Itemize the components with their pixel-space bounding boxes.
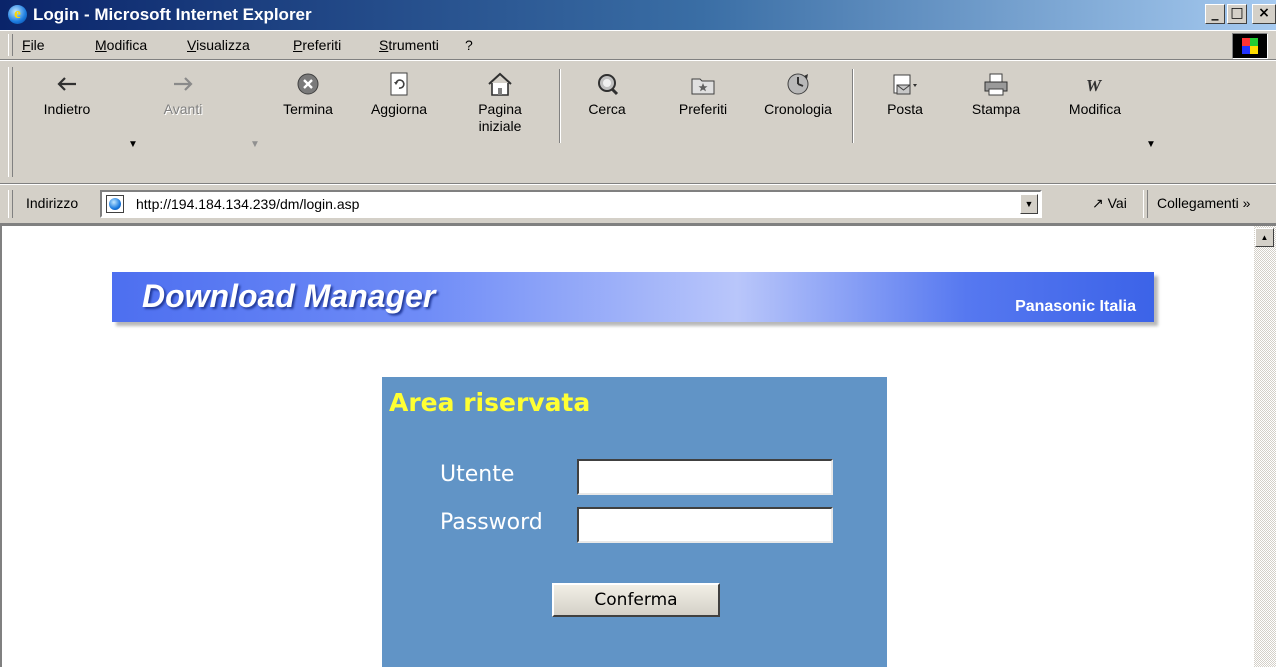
- edit-dropdown-icon[interactable]: ▼: [1146, 139, 1156, 150]
- print-button[interactable]: Stampa: [968, 71, 1024, 118]
- forward-button[interactable]: Avanti: [158, 71, 208, 118]
- menu-strumenti-accel: S: [379, 37, 389, 53]
- back-dropdown-icon[interactable]: ▼: [128, 139, 138, 150]
- edit-button[interactable]: W Modifica: [1060, 71, 1130, 118]
- stop-icon: [297, 73, 319, 95]
- banner: Download Manager Panasonic Italia: [112, 272, 1154, 322]
- stop-label: Termina: [283, 101, 333, 117]
- menu-help[interactable]: ?: [465, 37, 473, 53]
- forward-arrow-icon: [174, 77, 193, 91]
- scroll-up-button[interactable]: ▲: [1255, 228, 1274, 247]
- history-label: Cronologia: [764, 101, 832, 117]
- home-button[interactable]: Pagina iniziale: [470, 71, 530, 135]
- menu-visualizza[interactable]: Visualizza: [187, 37, 250, 53]
- maximize-button[interactable]: □: [1227, 4, 1247, 24]
- ie-logo-icon: e: [8, 5, 27, 24]
- home-label-line1: Pagina: [478, 101, 522, 117]
- mail-button[interactable]: Posta: [880, 71, 930, 118]
- address-bar: Indirizzo http://194.184.134.239/dm/logi…: [0, 184, 1276, 224]
- mail-icon: [893, 74, 917, 95]
- mail-label: Posta: [887, 101, 923, 117]
- menu-file-accel: F: [22, 37, 31, 53]
- close-button[interactable]: ×: [1252, 4, 1276, 24]
- menu-file[interactable]: File: [22, 37, 45, 53]
- go-arrow-icon: ↗: [1092, 195, 1104, 211]
- favorites-icon: [691, 78, 715, 95]
- favorites-label: Preferiti: [678, 101, 728, 117]
- address-input[interactable]: http://194.184.134.239/dm/login.asp ▼: [100, 190, 1042, 218]
- toolbar-separator: [852, 69, 854, 143]
- standard-toolbar: Indietro ▼ Avanti ▼ Termina Aggiorna Pag…: [0, 60, 1276, 184]
- back-label: Indietro: [43, 101, 91, 117]
- menu-file-rest: ile: [30, 37, 45, 53]
- password-label: Password: [440, 510, 543, 535]
- stop-button[interactable]: Termina: [276, 71, 340, 118]
- address-dropdown-button[interactable]: ▼: [1020, 194, 1038, 214]
- windows-flag-icon: [1242, 38, 1258, 54]
- forward-label: Avanti: [163, 101, 203, 117]
- windows-logo-throbber: [1232, 33, 1268, 59]
- submit-button[interactable]: Conferma: [552, 583, 720, 617]
- menu-strumenti-rest: trumenti: [388, 37, 439, 53]
- edit-label: Modifica: [1068, 101, 1122, 117]
- back-arrow-icon: [57, 77, 76, 91]
- address-label: Indirizzo: [26, 195, 79, 211]
- menu-preferiti[interactable]: Preferiti: [293, 37, 341, 53]
- refresh-icon: [390, 72, 408, 96]
- username-label: Utente: [440, 462, 515, 487]
- history-icon: [787, 73, 809, 95]
- refresh-label: Aggiorna: [370, 101, 428, 117]
- links-grip[interactable]: [1143, 190, 1148, 218]
- address-url[interactable]: http://194.184.134.239/dm/login.asp: [136, 196, 359, 212]
- go-button[interactable]: ↗ Vai: [1092, 195, 1127, 212]
- page-content: Download Manager Panasonic Italia Area r…: [0, 224, 1276, 667]
- menu-preferiti-rest: referiti: [302, 37, 342, 53]
- favorites-button[interactable]: Preferiti: [670, 71, 736, 118]
- menu-modifica[interactable]: Modifica: [95, 37, 147, 53]
- links-label: Collegamenti: [1157, 195, 1239, 211]
- menu-visualizza-accel: V: [187, 37, 197, 53]
- history-button[interactable]: Cronologia: [754, 71, 842, 118]
- edit-icon: W: [1086, 76, 1103, 95]
- password-input[interactable]: [577, 507, 833, 543]
- banner-title: Download Manager: [142, 278, 436, 314]
- menu-visualizza-rest: isualizza: [196, 37, 250, 53]
- menu-bar: File Modifica Visualizza Preferiti Strum…: [0, 30, 1276, 60]
- search-label: Cerca: [588, 101, 626, 117]
- svg-text:W: W: [1086, 76, 1103, 95]
- back-button[interactable]: Indietro: [42, 71, 92, 118]
- vertical-scrollbar[interactable]: ▲: [1254, 226, 1276, 667]
- home-icon: [488, 72, 512, 96]
- search-icon: [598, 74, 619, 96]
- login-panel: Area riservata Utente Password Conferma: [382, 377, 887, 667]
- menu-modifica-rest: odifica: [106, 37, 148, 53]
- window-title: Login - Microsoft Internet Explorer: [33, 5, 312, 24]
- menu-preferiti-accel: P: [293, 37, 303, 53]
- links-button[interactable]: Collegamenti »: [1157, 195, 1250, 211]
- home-label-line2: iniziale: [478, 118, 522, 134]
- menu-strumenti[interactable]: Strumenti: [379, 37, 439, 53]
- print-icon: [984, 73, 1008, 96]
- login-title: Area riservata: [389, 388, 591, 417]
- forward-dropdown-icon[interactable]: ▼: [250, 139, 260, 150]
- print-label: Stampa: [971, 101, 1021, 117]
- window-title-bar[interactable]: e Login - Microsoft Internet Explorer _ …: [0, 0, 1276, 30]
- addressbar-grip[interactable]: [8, 190, 13, 218]
- go-label: Vai: [1107, 195, 1127, 211]
- search-button[interactable]: Cerca: [580, 71, 634, 118]
- menubar-grip[interactable]: [8, 34, 13, 56]
- toolbar-separator: [559, 69, 561, 143]
- chevron-right-icon: »: [1242, 195, 1251, 211]
- minimize-button[interactable]: _: [1205, 4, 1225, 24]
- refresh-button[interactable]: Aggiorna: [366, 71, 432, 118]
- menu-modifica-accel: M: [95, 37, 107, 53]
- page-icon: [106, 195, 124, 213]
- banner-subtitle: Panasonic Italia: [1015, 298, 1136, 315]
- username-input[interactable]: [577, 459, 833, 495]
- toolbar-grip[interactable]: [8, 67, 13, 177]
